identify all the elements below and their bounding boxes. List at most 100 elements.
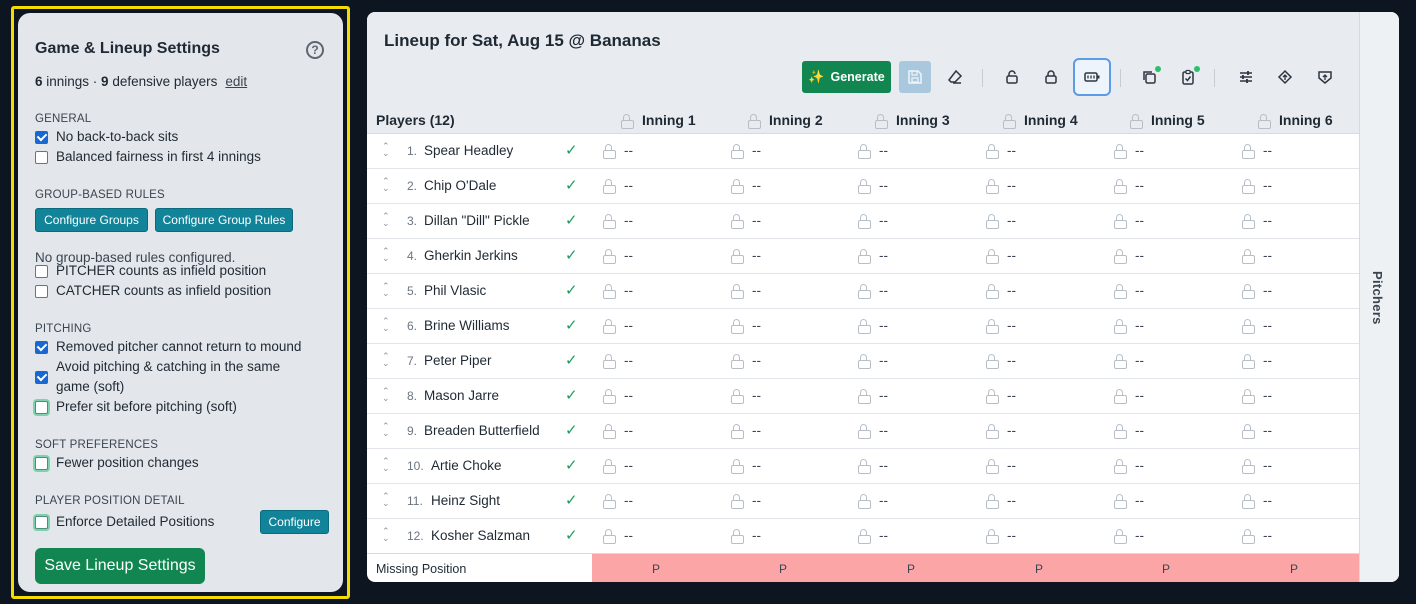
lock-icon[interactable] [731,214,744,229]
lock-icon[interactable] [986,179,999,194]
inning-6-header[interactable]: Inning 6 [1258,112,1333,129]
configure-group-rules-button[interactable]: Configure Group Rules [155,208,293,232]
position-cell-inning-1[interactable]: -- [603,143,633,159]
position-cell-inning-4[interactable]: -- [986,493,1016,509]
lock-icon[interactable] [986,459,999,474]
player-name[interactable]: Heinz Sight [431,493,500,508]
position-cell-inning-5[interactable]: -- [1114,318,1144,334]
position-cell-inning-3[interactable]: -- [858,423,888,439]
position-cell-inning-3[interactable]: -- [858,318,888,334]
lock-icon[interactable] [986,284,999,299]
position-cell-inning-4[interactable]: -- [986,388,1016,404]
option-pitcher-infield[interactable]: PITCHER counts as infield position [35,261,318,281]
lock-icon[interactable] [858,179,871,194]
player-name[interactable]: Artie Choke [431,458,502,473]
position-cell-inning-6[interactable]: -- [1242,528,1272,544]
lock-icon[interactable] [731,144,744,159]
lock-icon[interactable] [731,249,744,264]
lock-icon[interactable] [858,319,871,334]
home-plate-button[interactable] [1310,61,1340,93]
checkbox-balanced-fairness[interactable] [35,151,48,164]
lock-icon[interactable] [986,529,999,544]
position-cell-inning-5[interactable]: -- [1114,248,1144,264]
checkbox-removed-pitcher[interactable] [35,341,48,354]
lock-icon[interactable] [858,459,871,474]
lock-icon[interactable] [1003,113,1016,129]
reorder-handle-icon[interactable]: ⌃ ⌄ [382,317,390,333]
option-avoid-pitch-catch[interactable]: Avoid pitching & catching in the same ga… [35,357,306,397]
lock-icon[interactable] [603,494,616,509]
position-cell-inning-6[interactable]: -- [1242,248,1272,264]
position-cell-inning-1[interactable]: -- [603,318,633,334]
option-prefer-sit[interactable]: Prefer sit before pitching (soft) [35,397,318,417]
lock-icon[interactable] [858,424,871,439]
lock-icon[interactable] [858,249,871,264]
lock-icon[interactable] [1242,284,1255,299]
lock-icon[interactable] [1242,424,1255,439]
position-cell-inning-3[interactable]: -- [858,143,888,159]
position-cell-inning-5[interactable]: -- [1114,283,1144,299]
position-cell-inning-2[interactable]: -- [731,283,761,299]
position-cell-inning-3[interactable]: -- [858,283,888,299]
battery-view-button[interactable] [1073,58,1111,96]
position-cell-inning-2[interactable]: -- [731,458,761,474]
lock-icon[interactable] [1114,494,1127,509]
checkbox-enforce-detailed[interactable] [35,516,48,529]
reorder-handle-icon[interactable]: ⌃ ⌄ [382,352,390,368]
position-cell-inning-4[interactable]: -- [986,528,1016,544]
position-cell-inning-4[interactable]: -- [986,248,1016,264]
position-cell-inning-2[interactable]: -- [731,493,761,509]
lock-icon[interactable] [986,144,999,159]
inning-1-header[interactable]: Inning 1 [621,112,696,129]
player-name[interactable]: Brine Williams [424,318,510,333]
lock-icon[interactable] [603,179,616,194]
lock-icon[interactable] [731,494,744,509]
lock-icon[interactable] [858,494,871,509]
position-cell-inning-2[interactable]: -- [731,248,761,264]
lock-icon[interactable] [603,424,616,439]
lock-icon[interactable] [731,284,744,299]
lock-icon[interactable] [1242,214,1255,229]
reorder-handle-icon[interactable]: ⌃ ⌄ [382,212,390,228]
position-cell-inning-1[interactable]: -- [603,458,633,474]
reorder-handle-icon[interactable]: ⌃ ⌄ [382,457,390,473]
pitchers-side-tab[interactable]: Pitchers [1359,12,1399,582]
checkbox-avoid-pitch-catch[interactable] [35,371,48,384]
position-cell-inning-4[interactable]: -- [986,353,1016,369]
position-cell-inning-6[interactable]: -- [1242,458,1272,474]
position-cell-inning-6[interactable]: -- [1242,388,1272,404]
lock-icon[interactable] [1114,214,1127,229]
field-position-button[interactable] [1270,61,1300,93]
lock-icon[interactable] [731,459,744,474]
position-cell-inning-4[interactable]: -- [986,423,1016,439]
position-cell-inning-2[interactable]: -- [731,388,761,404]
adjust-settings-button[interactable] [1231,61,1261,93]
lock-icon[interactable] [1242,319,1255,334]
position-cell-inning-3[interactable]: -- [858,493,888,509]
position-cell-inning-5[interactable]: -- [1114,493,1144,509]
position-cell-inning-6[interactable]: -- [1242,318,1272,334]
position-cell-inning-1[interactable]: -- [603,388,633,404]
lock-icon[interactable] [1242,354,1255,369]
option-removed-pitcher[interactable]: Removed pitcher cannot return to mound [35,337,318,357]
player-name[interactable]: Phil Vlasic [424,283,486,298]
player-name[interactable]: Dillan "Dill" Pickle [424,213,530,228]
lock-icon[interactable] [731,529,744,544]
reorder-handle-icon[interactable]: ⌃ ⌄ [382,142,390,158]
position-cell-inning-5[interactable]: -- [1114,353,1144,369]
generate-button[interactable]: ✨ Generate [802,61,891,93]
lock-icon[interactable] [731,319,744,334]
lock-icon[interactable] [986,354,999,369]
lock-icon[interactable] [1114,389,1127,404]
position-cell-inning-1[interactable]: -- [603,353,633,369]
position-cell-inning-5[interactable]: -- [1114,458,1144,474]
position-cell-inning-2[interactable]: -- [731,178,761,194]
inning-4-header[interactable]: Inning 4 [1003,112,1078,129]
lock-icon[interactable] [1114,284,1127,299]
lock-icon[interactable] [858,214,871,229]
position-cell-inning-5[interactable]: -- [1114,528,1144,544]
reorder-handle-icon[interactable]: ⌃ ⌄ [382,247,390,263]
lock-icon[interactable] [1242,389,1255,404]
lock-icon[interactable] [603,144,616,159]
lock-icon[interactable] [986,319,999,334]
